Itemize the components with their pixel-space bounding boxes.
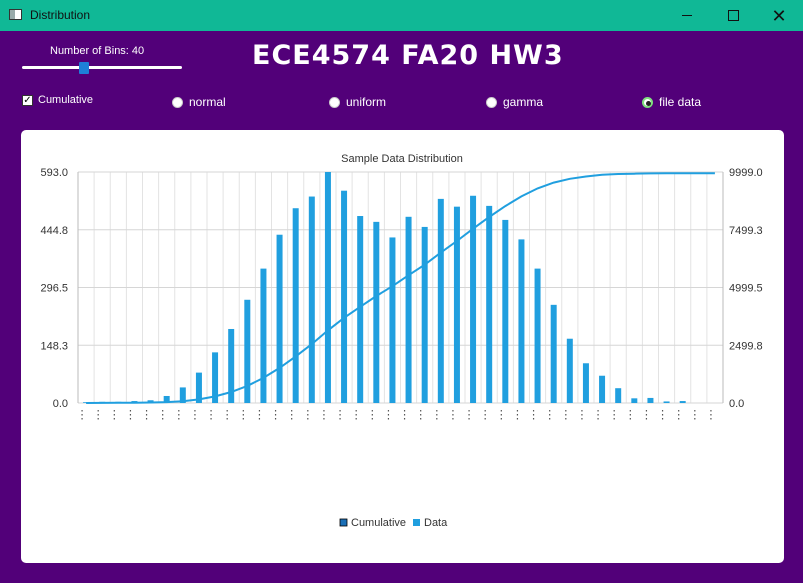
slider-handle[interactable] — [79, 62, 89, 74]
checkbox-box[interactable]: ✓ — [22, 94, 33, 106]
radio-normal[interactable]: normal — [172, 95, 226, 109]
left-tick-label: 148.3 — [40, 340, 68, 352]
radio-uniform[interactable]: uniform — [329, 95, 386, 109]
data-bar — [276, 234, 283, 403]
radio-button[interactable] — [172, 96, 183, 108]
chart-panel: 593.0 444.8 296.5 148.3 0.0 9999.0 7499.3 4999.… — [21, 130, 784, 563]
bins-slider[interactable] — [22, 62, 182, 74]
legend-marker-cumulative — [339, 518, 348, 527]
radio-button[interactable] — [329, 96, 340, 108]
data-bar — [663, 401, 670, 403]
data-bar — [437, 198, 444, 403]
data-bar — [679, 401, 686, 403]
radio-button[interactable] — [642, 96, 653, 108]
data-bar — [324, 172, 331, 403]
data-bar — [599, 375, 606, 403]
data-bar — [615, 388, 622, 403]
radio-button[interactable] — [486, 96, 497, 108]
chart: 593.0 444.8 296.5 148.3 0.0 9999.0 7499.3 4999.… — [40, 153, 763, 529]
right-tick-label: 2499.8 — [729, 340, 763, 352]
data-bar — [453, 206, 460, 403]
data-bar — [502, 219, 509, 403]
right-tick-label: 4999.5 — [729, 283, 763, 295]
left-tick-label: 444.8 — [40, 225, 68, 237]
maximize-button[interactable] — [710, 0, 756, 31]
right-tick-label: 7499.3 — [729, 225, 763, 237]
title-bar: Distribution ✕ — [0, 0, 803, 31]
radio-label: file data — [659, 95, 702, 109]
page-title: ECE4574 FA20 HW3 — [252, 40, 564, 71]
close-icon: ✕ — [771, 5, 787, 26]
maximize-icon — [727, 10, 739, 21]
data-bar — [566, 338, 573, 403]
cumulative-label: Cumulative — [38, 94, 94, 106]
data-bar — [373, 221, 380, 403]
data-bar — [421, 226, 428, 403]
bins-label: Number of Bins: 40 — [50, 45, 145, 57]
data-bar — [631, 398, 638, 403]
left-tick-label: 593.0 — [40, 167, 68, 179]
minimize-button[interactable] — [664, 0, 710, 31]
right-tick-label: 0.0 — [729, 398, 744, 410]
slider-track — [22, 66, 182, 69]
left-tick-label: 296.5 — [40, 283, 68, 295]
app-icon — [9, 9, 22, 20]
data-bar — [550, 304, 557, 403]
data-bar — [486, 205, 493, 403]
legend-label-data: Data — [424, 517, 448, 529]
data-bar — [308, 196, 315, 403]
minimize-icon — [682, 15, 692, 16]
window-title: Distribution — [30, 8, 91, 22]
radio-gamma[interactable]: gamma — [486, 95, 543, 109]
cumulative-checkbox[interactable]: ✓ Cumulative — [22, 94, 93, 106]
chart-title: Sample Data Distribution — [341, 153, 463, 165]
data-bar — [357, 216, 364, 403]
data-bar — [260, 268, 267, 403]
data-bar — [582, 363, 589, 403]
data-bar — [647, 397, 654, 403]
data-bar — [341, 190, 348, 403]
radio-label: normal — [189, 95, 226, 109]
data-bar — [292, 208, 299, 403]
right-tick-label: 9999.0 — [729, 167, 763, 179]
left-tick-label: 0.0 — [53, 398, 68, 410]
radio-label: gamma — [503, 95, 544, 109]
data-bar — [534, 268, 541, 403]
close-button[interactable]: ✕ — [756, 0, 802, 31]
legend-label-cumulative: Cumulative — [351, 517, 406, 529]
data-bar — [518, 239, 525, 403]
legend-marker-data — [413, 519, 420, 526]
radio-file-data[interactable]: file data — [642, 95, 701, 109]
radio-label: uniform — [346, 95, 387, 109]
data-bar — [405, 216, 412, 403]
data-bar — [389, 237, 396, 403]
